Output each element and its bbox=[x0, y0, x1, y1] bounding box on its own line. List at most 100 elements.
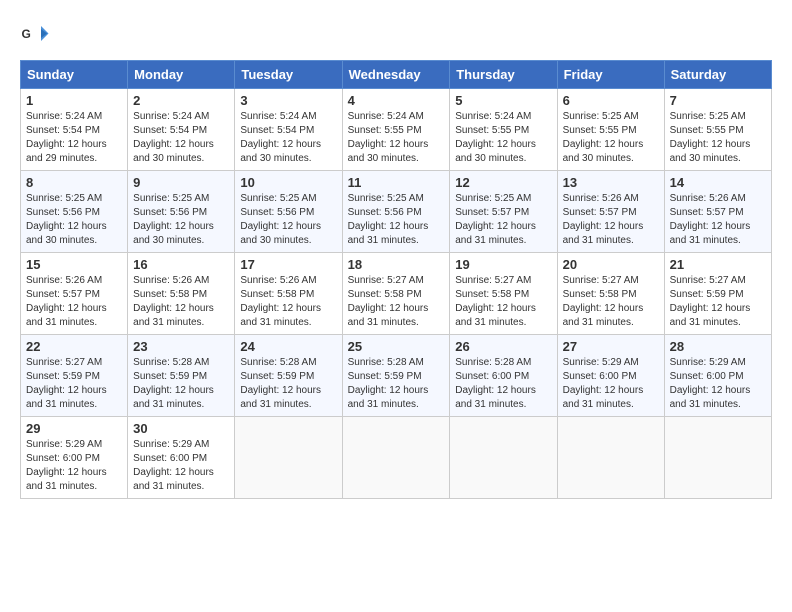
calendar-cell: 13 Sunrise: 5:26 AMSunset: 5:57 PMDaylig… bbox=[557, 171, 664, 253]
day-info: Sunrise: 5:24 AMSunset: 5:54 PMDaylight:… bbox=[240, 111, 321, 164]
calendar-cell: 2 Sunrise: 5:24 AMSunset: 5:54 PMDayligh… bbox=[128, 89, 235, 171]
day-info: Sunrise: 5:24 AMSunset: 5:55 PMDaylight:… bbox=[348, 111, 429, 164]
calendar-cell: 15 Sunrise: 5:26 AMSunset: 5:57 PMDaylig… bbox=[21, 253, 128, 335]
day-info: Sunrise: 5:26 AMSunset: 5:57 PMDaylight:… bbox=[26, 275, 107, 328]
day-info: Sunrise: 5:28 AMSunset: 5:59 PMDaylight:… bbox=[348, 357, 429, 410]
day-info: Sunrise: 5:25 AMSunset: 5:56 PMDaylight:… bbox=[240, 193, 321, 246]
calendar-cell: 7 Sunrise: 5:25 AMSunset: 5:55 PMDayligh… bbox=[664, 89, 771, 171]
day-number: 12 bbox=[455, 175, 551, 190]
calendar-cell: 1 Sunrise: 5:24 AMSunset: 5:54 PMDayligh… bbox=[21, 89, 128, 171]
day-info: Sunrise: 5:27 AMSunset: 5:58 PMDaylight:… bbox=[348, 275, 429, 328]
day-info: Sunrise: 5:28 AMSunset: 6:00 PMDaylight:… bbox=[455, 357, 536, 410]
day-info: Sunrise: 5:29 AMSunset: 6:00 PMDaylight:… bbox=[26, 439, 107, 492]
day-info: Sunrise: 5:25 AMSunset: 5:55 PMDaylight:… bbox=[563, 111, 644, 164]
day-info: Sunrise: 5:29 AMSunset: 6:00 PMDaylight:… bbox=[670, 357, 751, 410]
calendar-week-row: 8 Sunrise: 5:25 AMSunset: 5:56 PMDayligh… bbox=[21, 171, 772, 253]
general-blue-icon: G bbox=[20, 20, 50, 50]
day-number: 11 bbox=[348, 175, 445, 190]
calendar-cell: 14 Sunrise: 5:26 AMSunset: 5:57 PMDaylig… bbox=[664, 171, 771, 253]
day-number: 30 bbox=[133, 421, 229, 436]
day-number: 19 bbox=[455, 257, 551, 272]
calendar-header-saturday: Saturday bbox=[664, 61, 771, 89]
calendar-cell: 29 Sunrise: 5:29 AMSunset: 6:00 PMDaylig… bbox=[21, 417, 128, 499]
day-number: 15 bbox=[26, 257, 122, 272]
day-number: 5 bbox=[455, 93, 551, 108]
calendar-cell: 9 Sunrise: 5:25 AMSunset: 5:56 PMDayligh… bbox=[128, 171, 235, 253]
calendar-cell: 10 Sunrise: 5:25 AMSunset: 5:56 PMDaylig… bbox=[235, 171, 342, 253]
calendar-cell bbox=[342, 417, 450, 499]
day-info: Sunrise: 5:26 AMSunset: 5:58 PMDaylight:… bbox=[240, 275, 321, 328]
calendar-cell: 21 Sunrise: 5:27 AMSunset: 5:59 PMDaylig… bbox=[664, 253, 771, 335]
calendar-cell: 11 Sunrise: 5:25 AMSunset: 5:56 PMDaylig… bbox=[342, 171, 450, 253]
day-info: Sunrise: 5:25 AMSunset: 5:56 PMDaylight:… bbox=[348, 193, 429, 246]
day-info: Sunrise: 5:26 AMSunset: 5:58 PMDaylight:… bbox=[133, 275, 214, 328]
day-number: 20 bbox=[563, 257, 659, 272]
calendar-week-row: 29 Sunrise: 5:29 AMSunset: 6:00 PMDaylig… bbox=[21, 417, 772, 499]
calendar-header-wednesday: Wednesday bbox=[342, 61, 450, 89]
day-number: 21 bbox=[670, 257, 766, 272]
day-info: Sunrise: 5:27 AMSunset: 5:58 PMDaylight:… bbox=[563, 275, 644, 328]
calendar-cell: 19 Sunrise: 5:27 AMSunset: 5:58 PMDaylig… bbox=[450, 253, 557, 335]
day-number: 22 bbox=[26, 339, 122, 354]
day-number: 2 bbox=[133, 93, 229, 108]
day-info: Sunrise: 5:24 AMSunset: 5:54 PMDaylight:… bbox=[26, 111, 107, 164]
logo: G bbox=[20, 20, 54, 50]
calendar-cell: 28 Sunrise: 5:29 AMSunset: 6:00 PMDaylig… bbox=[664, 335, 771, 417]
calendar-cell bbox=[557, 417, 664, 499]
svg-text:G: G bbox=[22, 27, 31, 41]
day-info: Sunrise: 5:25 AMSunset: 5:55 PMDaylight:… bbox=[670, 111, 751, 164]
day-info: Sunrise: 5:25 AMSunset: 5:57 PMDaylight:… bbox=[455, 193, 536, 246]
day-info: Sunrise: 5:27 AMSunset: 5:59 PMDaylight:… bbox=[670, 275, 751, 328]
day-info: Sunrise: 5:24 AMSunset: 5:54 PMDaylight:… bbox=[133, 111, 214, 164]
day-info: Sunrise: 5:27 AMSunset: 5:58 PMDaylight:… bbox=[455, 275, 536, 328]
day-number: 27 bbox=[563, 339, 659, 354]
calendar-cell: 3 Sunrise: 5:24 AMSunset: 5:54 PMDayligh… bbox=[235, 89, 342, 171]
header: G bbox=[20, 20, 772, 50]
calendar-cell bbox=[450, 417, 557, 499]
calendar-header-sunday: Sunday bbox=[21, 61, 128, 89]
calendar-cell: 4 Sunrise: 5:24 AMSunset: 5:55 PMDayligh… bbox=[342, 89, 450, 171]
calendar-cell: 25 Sunrise: 5:28 AMSunset: 5:59 PMDaylig… bbox=[342, 335, 450, 417]
calendar-cell bbox=[664, 417, 771, 499]
calendar-cell bbox=[235, 417, 342, 499]
day-number: 6 bbox=[563, 93, 659, 108]
day-number: 8 bbox=[26, 175, 122, 190]
day-info: Sunrise: 5:29 AMSunset: 6:00 PMDaylight:… bbox=[563, 357, 644, 410]
calendar-cell: 23 Sunrise: 5:28 AMSunset: 5:59 PMDaylig… bbox=[128, 335, 235, 417]
calendar-week-row: 1 Sunrise: 5:24 AMSunset: 5:54 PMDayligh… bbox=[21, 89, 772, 171]
day-info: Sunrise: 5:25 AMSunset: 5:56 PMDaylight:… bbox=[133, 193, 214, 246]
day-number: 18 bbox=[348, 257, 445, 272]
day-number: 14 bbox=[670, 175, 766, 190]
calendar-cell: 30 Sunrise: 5:29 AMSunset: 6:00 PMDaylig… bbox=[128, 417, 235, 499]
calendar-cell: 22 Sunrise: 5:27 AMSunset: 5:59 PMDaylig… bbox=[21, 335, 128, 417]
day-number: 10 bbox=[240, 175, 336, 190]
calendar-cell: 5 Sunrise: 5:24 AMSunset: 5:55 PMDayligh… bbox=[450, 89, 557, 171]
calendar-cell: 8 Sunrise: 5:25 AMSunset: 5:56 PMDayligh… bbox=[21, 171, 128, 253]
calendar-week-row: 22 Sunrise: 5:27 AMSunset: 5:59 PMDaylig… bbox=[21, 335, 772, 417]
calendar-cell: 26 Sunrise: 5:28 AMSunset: 6:00 PMDaylig… bbox=[450, 335, 557, 417]
day-number: 4 bbox=[348, 93, 445, 108]
calendar-table: SundayMondayTuesdayWednesdayThursdayFrid… bbox=[20, 60, 772, 499]
day-info: Sunrise: 5:27 AMSunset: 5:59 PMDaylight:… bbox=[26, 357, 107, 410]
day-number: 23 bbox=[133, 339, 229, 354]
day-number: 3 bbox=[240, 93, 336, 108]
day-number: 13 bbox=[563, 175, 659, 190]
day-info: Sunrise: 5:28 AMSunset: 5:59 PMDaylight:… bbox=[133, 357, 214, 410]
calendar-header-thursday: Thursday bbox=[450, 61, 557, 89]
day-number: 1 bbox=[26, 93, 122, 108]
day-info: Sunrise: 5:24 AMSunset: 5:55 PMDaylight:… bbox=[455, 111, 536, 164]
day-number: 25 bbox=[348, 339, 445, 354]
calendar-cell: 6 Sunrise: 5:25 AMSunset: 5:55 PMDayligh… bbox=[557, 89, 664, 171]
day-info: Sunrise: 5:26 AMSunset: 5:57 PMDaylight:… bbox=[563, 193, 644, 246]
calendar-cell: 18 Sunrise: 5:27 AMSunset: 5:58 PMDaylig… bbox=[342, 253, 450, 335]
day-number: 26 bbox=[455, 339, 551, 354]
day-info: Sunrise: 5:29 AMSunset: 6:00 PMDaylight:… bbox=[133, 439, 214, 492]
calendar-cell: 12 Sunrise: 5:25 AMSunset: 5:57 PMDaylig… bbox=[450, 171, 557, 253]
day-number: 9 bbox=[133, 175, 229, 190]
calendar-cell: 16 Sunrise: 5:26 AMSunset: 5:58 PMDaylig… bbox=[128, 253, 235, 335]
day-number: 24 bbox=[240, 339, 336, 354]
day-number: 7 bbox=[670, 93, 766, 108]
day-number: 28 bbox=[670, 339, 766, 354]
calendar-cell: 17 Sunrise: 5:26 AMSunset: 5:58 PMDaylig… bbox=[235, 253, 342, 335]
calendar-cell: 20 Sunrise: 5:27 AMSunset: 5:58 PMDaylig… bbox=[557, 253, 664, 335]
